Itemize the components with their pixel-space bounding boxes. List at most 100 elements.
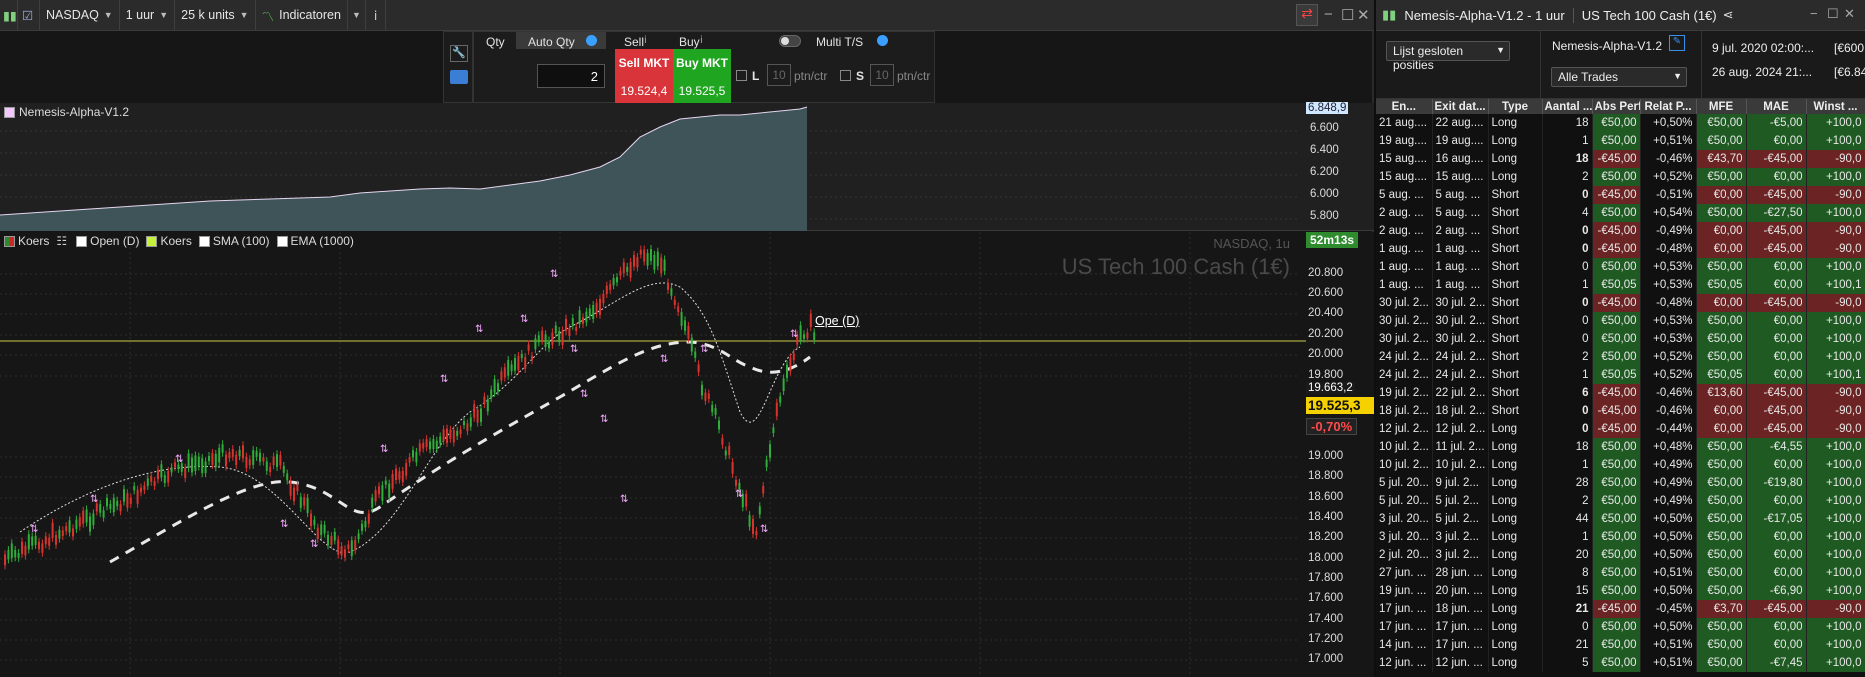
- list-type-dropdown[interactable]: Lijst gesloten posities ▼: [1386, 41, 1510, 72]
- table-cell: Long: [1488, 492, 1543, 510]
- price-chart-pane[interactable]: ⇅ ⇅ ⇅ ⇅ ⇅ ⇅ ⇅ ⇅ ⇅ ⇅ ⇅ ⇅ ⇅ ⇅ ⇅ ⇅ ⇅ ⇅ ⇅ Koers ☷ Open (D) Koe…: [0, 232, 1374, 677]
- table-row[interactable]: 2 aug. ... 5 aug. ... Short 4 €50,00 +0,54% €5…: [1376, 204, 1865, 222]
- table-row[interactable]: 5 jul. 20... 5 jul. 2... Long 2 €50,00 +0,49%…: [1376, 492, 1865, 510]
- table-cell: -0,45%: [1640, 600, 1697, 618]
- legend-koers-2[interactable]: Koers: [160, 234, 191, 248]
- table-row[interactable]: 5 aug. ... 5 aug. ... Short 0 -€45,00 -0,51% €…: [1376, 186, 1865, 204]
- symbol-selector[interactable]: NASDAQ ▼: [40, 0, 120, 31]
- units-selector[interactable]: 25 k units ▼: [175, 0, 256, 31]
- legend-koers[interactable]: Koers: [18, 234, 49, 248]
- column-header[interactable]: Exit dat...: [1432, 99, 1489, 114]
- candle-body: [163, 475, 166, 484]
- table-row[interactable]: 14 jun. ... 17 jun. ... Long 21 €50,00 +0,51%…: [1376, 636, 1865, 654]
- table-cell: +100,0: [1806, 618, 1865, 636]
- table-row[interactable]: 19 jul. 2... 22 jul. 2... Short 6 -€45,00 -0,…: [1376, 384, 1865, 402]
- stop-checkbox[interactable]: [840, 70, 851, 81]
- quantity-input[interactable]: 2: [537, 64, 605, 88]
- checked-icon[interactable]: ☑: [18, 0, 40, 31]
- column-header[interactable]: Relat P...: [1640, 99, 1697, 114]
- table-row[interactable]: 1 aug. ... 1 aug. ... Short 0 -€45,00 -0,48% €…: [1376, 240, 1865, 258]
- column-header[interactable]: Aantal ...: [1542, 99, 1593, 114]
- table-row[interactable]: 30 jul. 2... 30 jul. 2... Short 0 €50,00 +0,5…: [1376, 312, 1865, 330]
- info-icon[interactable]: ⅰ: [366, 0, 387, 31]
- stop-points-input[interactable]: 10: [870, 64, 894, 86]
- table-row[interactable]: 19 jun. ... 20 jun. ... Long 15 €50,00 +0,50%…: [1376, 582, 1865, 600]
- table-cell: 5 aug. ...: [1376, 186, 1433, 204]
- edit-icon[interactable]: ✎: [1669, 35, 1685, 51]
- maximize-icon[interactable]: ☐: [1827, 6, 1839, 22]
- candle-body: [510, 364, 513, 372]
- timeframe-selector[interactable]: 1 uur ▼: [120, 0, 176, 31]
- table-row[interactable]: 21 aug.... 22 aug.... Long 18 €50,00 +0,50% €5…: [1376, 114, 1865, 132]
- column-header[interactable]: MFE: [1696, 99, 1747, 114]
- table-row[interactable]: 24 jul. 2... 24 jul. 2... Short 2 €50,00 +0,5…: [1376, 348, 1865, 366]
- minimize-icon[interactable]: −: [1810, 6, 1818, 21]
- table-row[interactable]: 18 jul. 2... 18 jul. 2... Short 0 -€45,00 -0,…: [1376, 402, 1865, 420]
- legend-swatch: [4, 106, 15, 118]
- candle-body: [588, 308, 591, 316]
- keyboard-icon[interactable]: [450, 70, 468, 84]
- candle-body: [218, 447, 221, 463]
- column-header[interactable]: Abs Perf: [1592, 99, 1641, 114]
- buy-mkt-button[interactable]: Buy MKT 19.525,5: [673, 49, 731, 103]
- table-row[interactable]: 1 aug. ... 1 aug. ... Short 1 €50,05 +0,53% €5…: [1376, 276, 1865, 294]
- candle-body: [677, 306, 680, 313]
- table-row[interactable]: 15 aug.... 15 aug.... Long 2 €50,00 +0,52% €50…: [1376, 168, 1865, 186]
- candle-body: [605, 285, 608, 294]
- table-row[interactable]: 17 jun. ... 17 jun. ... Long 0 €50,00 +0,50% €…: [1376, 618, 1865, 636]
- table-row[interactable]: 19 aug.... 19 aug.... Long 1 €50,00 +0,51% €50…: [1376, 132, 1865, 150]
- table-cell: 3 jul. 20...: [1376, 528, 1433, 546]
- indicators-menu[interactable]: ▼: [348, 0, 366, 31]
- table-row[interactable]: 30 jul. 2... 30 jul. 2... Short 0 €50,00 +0,5…: [1376, 330, 1865, 348]
- table-cell: €50,00: [1696, 564, 1747, 582]
- table-row[interactable]: 5 jul. 20... 9 jul. 2... Long 28 €50,00 +0,49…: [1376, 474, 1865, 492]
- table-row[interactable]: 2 jul. 20... 3 jul. 2... Long 20 €50,00 +0,50…: [1376, 546, 1865, 564]
- column-header[interactable]: Type: [1488, 99, 1543, 114]
- wrench-icon[interactable]: 🔧: [450, 45, 468, 62]
- candle-body: [136, 489, 139, 504]
- close-icon[interactable]: ✕: [1357, 6, 1370, 24]
- table-cell: €50,05: [1592, 366, 1641, 384]
- table-row[interactable]: 12 jun. ... 12 jun. ... Long 5 €50,00 +0,51% €…: [1376, 654, 1865, 672]
- share-icon[interactable]: ⋖: [1723, 7, 1734, 23]
- legend-sma[interactable]: SMA (100): [213, 234, 270, 248]
- equity-legend[interactable]: Nemesis-Alpha-V1.2: [4, 105, 129, 119]
- table-cell: 5 jul. 2...: [1432, 510, 1489, 528]
- chart-type-icon[interactable]: ▮▮: [0, 0, 18, 31]
- multi-ts-toggle[interactable]: [779, 35, 801, 47]
- table-row[interactable]: 12 jul. 2... 12 jul. 2... Long 0 -€45,00 -0,4…: [1376, 420, 1865, 438]
- table-row[interactable]: 15 aug.... 16 aug.... Long 18 -€45,00 -0,46% €…: [1376, 150, 1865, 168]
- sell-mkt-button[interactable]: Sell MKT 19.524,4: [615, 49, 673, 103]
- list-icon[interactable]: ☷: [56, 234, 67, 248]
- table-row[interactable]: 30 jul. 2... 30 jul. 2... Short 0 -€45,00 -0,…: [1376, 294, 1865, 312]
- column-header[interactable]: En...: [1376, 99, 1433, 114]
- table-row[interactable]: 27 jun. ... 28 jun. ... Long 8 €50,00 +0,51% €…: [1376, 564, 1865, 582]
- column-header[interactable]: MAE: [1746, 99, 1807, 114]
- legend-open-d[interactable]: Open (D): [90, 234, 139, 248]
- table-row[interactable]: 17 jun. ... 18 jun. ... Long 21 -€45,00 -0,45…: [1376, 600, 1865, 618]
- limit-checkbox[interactable]: [736, 70, 747, 81]
- candle-body: [170, 467, 173, 473]
- equity-curve-pane[interactable]: Nemesis-Alpha-V1.2 6.848,9 6.600 6.400 6…: [0, 102, 1374, 231]
- table-row[interactable]: 10 jul. 2... 11 jul. 2... Long 18 €50,00 +0,4…: [1376, 438, 1865, 456]
- table-row[interactable]: 2 aug. ... 2 aug. ... Short 0 -€45,00 -0,49% €…: [1376, 222, 1865, 240]
- table-row[interactable]: 24 jul. 2... 24 jul. 2... Short 1 €50,05 +0,5…: [1376, 366, 1865, 384]
- minimize-icon[interactable]: −: [1324, 6, 1333, 23]
- sync-icon[interactable]: ⇄: [1296, 4, 1318, 26]
- candle-body: [582, 317, 584, 324]
- indicators-button[interactable]: 〽 Indicatoren: [256, 0, 348, 31]
- maximize-icon[interactable]: ☐: [1341, 6, 1354, 24]
- column-header[interactable]: Winst ...: [1806, 99, 1865, 114]
- limit-points-input[interactable]: 10: [767, 64, 791, 86]
- table-row[interactable]: 3 jul. 20... 5 jul. 2... Long 44 €50,00 +0,50…: [1376, 510, 1865, 528]
- legend-ema[interactable]: EMA (1000): [291, 234, 354, 248]
- table-body: 21 aug.... 22 aug.... Long 18 €50,00 +0,50% €5…: [1376, 114, 1865, 672]
- table-row[interactable]: 10 jul. 2... 10 jul. 2... Long 1 €50,00 +0,49…: [1376, 456, 1865, 474]
- table-row[interactable]: 3 jul. 20... 3 jul. 2... Long 1 €50,00 +0,50%…: [1376, 528, 1865, 546]
- table-row[interactable]: 1 aug. ... 1 aug. ... Short 0 €50,00 +0,53% €5…: [1376, 258, 1865, 276]
- table-cell: Long: [1488, 114, 1543, 132]
- candle-body: [646, 253, 649, 266]
- close-icon[interactable]: ✕: [1844, 6, 1855, 22]
- trade-filter-dropdown[interactable]: Alle Trades ▼: [1551, 67, 1687, 87]
- candle-body: [191, 457, 193, 473]
